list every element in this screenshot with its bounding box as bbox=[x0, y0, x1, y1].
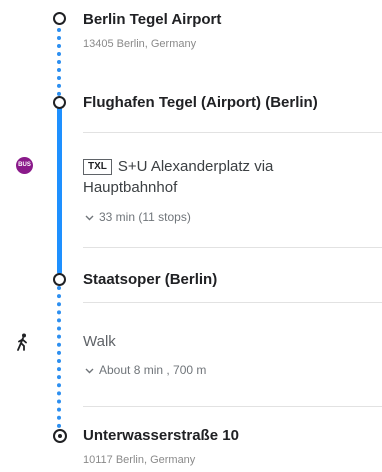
alight-stop-marker-icon bbox=[53, 273, 66, 286]
origin-address: 13405 Berlin, Germany bbox=[83, 38, 197, 50]
origin-name[interactable]: Berlin Tegel Airport bbox=[83, 11, 221, 28]
divider bbox=[83, 247, 382, 248]
bus-icon: BUS bbox=[16, 157, 33, 174]
destination-address: 10117 Berlin, Germany bbox=[83, 454, 196, 466]
transit-description[interactable]: TXL S+U Alexanderplatz via Hauptbahnhof bbox=[83, 156, 343, 198]
divider bbox=[83, 302, 382, 303]
chevron-down-icon bbox=[85, 210, 94, 224]
divider bbox=[83, 132, 382, 133]
destination-marker-icon bbox=[53, 429, 67, 443]
walk-icon bbox=[16, 333, 30, 356]
alight-stop-name[interactable]: Staatsoper (Berlin) bbox=[83, 271, 217, 288]
walk-dotted-line-bottom bbox=[57, 286, 61, 428]
destination-marker-dot bbox=[58, 434, 62, 438]
walk-detail: About 8 min , 700 m bbox=[99, 363, 207, 377]
route-badge: TXL bbox=[83, 159, 112, 175]
transit-duration: 33 min (11 stops) bbox=[99, 210, 191, 224]
divider bbox=[83, 406, 382, 407]
board-stop-marker-icon bbox=[53, 96, 66, 109]
destination-name[interactable]: Unterwasserstraße 10 bbox=[83, 427, 239, 444]
transit-route-line bbox=[57, 106, 62, 274]
board-stop-name[interactable]: Flughafen Tegel (Airport) (Berlin) bbox=[83, 94, 318, 111]
transit-duration-toggle[interactable]: 33 min (11 stops) bbox=[85, 210, 191, 224]
walk-detail-toggle[interactable]: About 8 min , 700 m bbox=[85, 363, 206, 377]
origin-marker-icon bbox=[53, 12, 66, 25]
walk-label[interactable]: Walk bbox=[83, 333, 116, 350]
chevron-down-icon bbox=[85, 363, 94, 377]
walk-dotted-line-top bbox=[57, 28, 61, 96]
